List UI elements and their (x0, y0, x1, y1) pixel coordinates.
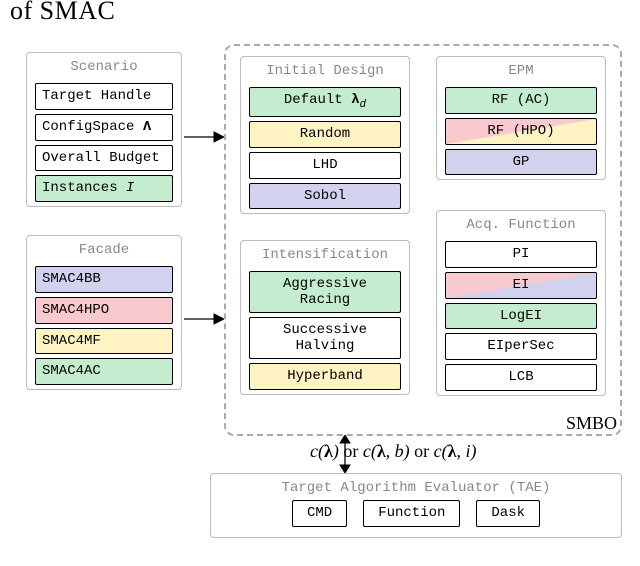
scenario-item-instances: Instances I (35, 175, 173, 202)
scenario-item-configspace: ConfigSpace Λ (35, 114, 173, 141)
facade-title: Facade (27, 236, 181, 262)
acq-function-panel: Acq. Function PI EI LogEI EIperSec LCB (436, 210, 606, 396)
heading-fragment: of SMAC (10, 0, 115, 26)
acq-item-logei: LogEI (445, 303, 597, 330)
tae-items-row: CMD Function Dask (211, 500, 621, 537)
acq-item-pi: PI (445, 241, 597, 268)
epm-panel: EPM RF (AC) RF (HPO) GP (436, 56, 606, 180)
tae-item-cmd: CMD (292, 500, 347, 527)
initial-design-item-default: Default λd (249, 87, 401, 117)
initial-design-item-lhd: LHD (249, 152, 401, 179)
initial-design-item-sobol: Sobol (249, 183, 401, 210)
acq-item-ei: EI (445, 272, 597, 299)
acq-item-eipersec: EIperSec (445, 333, 597, 360)
scenario-item-overall-budget: Overall Budget (35, 145, 173, 172)
tae-title: Target Algorithm Evaluator (TAE) (211, 474, 621, 500)
facade-panel: Facade SMAC4BB SMAC4HPO SMAC4MF SMAC4AC (26, 235, 182, 390)
arrow-smbo-tae-bidirectional (336, 435, 354, 473)
facade-item-smac4hpo: SMAC4HPO (35, 297, 173, 324)
cost-function-label: c(λ) or c(λ, b) or c(λ, i) (310, 441, 476, 462)
scenario-title: Scenario (27, 53, 181, 79)
epm-title: EPM (437, 57, 605, 83)
epm-item-rf-hpo: RF (HPO) (445, 118, 597, 145)
scenario-item-target-handle: Target Handle (35, 83, 173, 110)
tae-panel: Target Algorithm Evaluator (TAE) CMD Fun… (210, 473, 622, 538)
initial-design-title: Initial Design (241, 57, 409, 83)
arrow-scenario-to-smbo (184, 128, 224, 146)
acq-item-lcb: LCB (445, 364, 597, 391)
tae-item-dask: Dask (476, 500, 540, 527)
epm-item-rf-ac: RF (AC) (445, 87, 597, 114)
scenario-panel: Scenario Target Handle ConfigSpace Λ Ove… (26, 52, 182, 207)
epm-item-gp: GP (445, 149, 597, 176)
facade-item-smac4bb: SMAC4BB (35, 266, 173, 293)
acq-function-title: Acq. Function (437, 211, 605, 237)
tae-item-function: Function (363, 500, 460, 527)
smbo-label: SMBO (566, 413, 617, 434)
initial-design-item-random: Random (249, 121, 401, 148)
intensification-item-successive-halving: Successive Halving (249, 317, 401, 359)
facade-item-smac4mf: SMAC4MF (35, 328, 173, 355)
intensification-title: Intensification (241, 241, 409, 267)
intensification-panel: Intensification Aggressive Racing Succes… (240, 240, 410, 395)
intensification-item-hyperband: Hyperband (249, 363, 401, 390)
initial-design-panel: Initial Design Default λd Random LHD Sob… (240, 56, 410, 214)
intensification-item-aggressive-racing: Aggressive Racing (249, 271, 401, 313)
arrow-facade-to-smbo (184, 310, 224, 328)
facade-item-smac4ac: SMAC4AC (35, 358, 173, 385)
